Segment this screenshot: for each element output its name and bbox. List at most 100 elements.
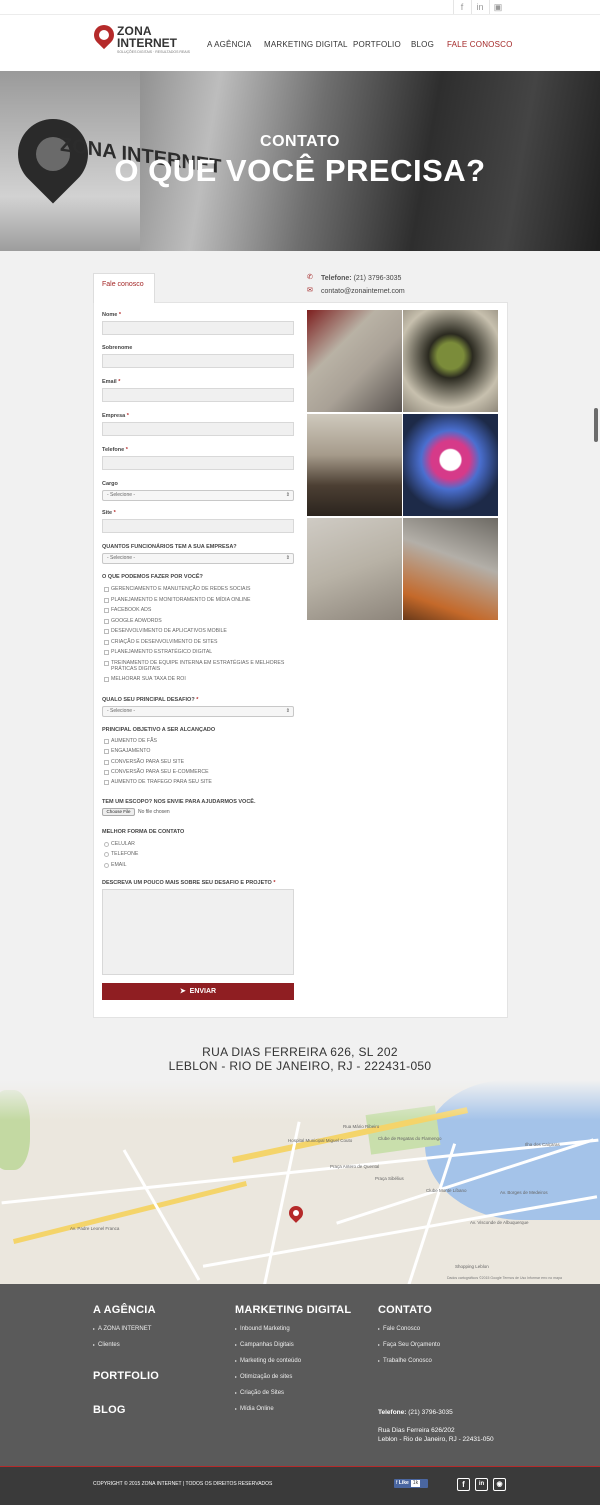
footer-link[interactable]: Inbound Marketing [235, 1326, 290, 1332]
label-email: Email * [102, 379, 121, 385]
choose-file-button[interactable]: Choose File [102, 808, 135, 816]
radio-option-label: CELULAR [111, 841, 135, 847]
checkbox-option-label: AUMENTO DE TRAFEGO PARA SEU SITE [111, 779, 212, 786]
input-empresa[interactable] [102, 422, 294, 436]
facebook-icon[interactable]: f [457, 1478, 470, 1491]
footer-link[interactable]: Trabalhe Conosco [378, 1358, 432, 1364]
location-map[interactable]: Rua Mário Ribeiro Hospital Municipal Mig… [0, 1080, 600, 1284]
checkbox-option-label: PLANEJAMENTO E MONITORAMENTO DE MÍDIA ON… [111, 596, 251, 603]
footer-link[interactable]: A ZONA INTERNET [93, 1326, 151, 1332]
copyright-text: COPYRIGHT © 2015 ZONA INTERNET | TODOS O… [93, 1481, 273, 1487]
instagram-icon[interactable]: ◉ [493, 1478, 506, 1491]
checkbox-option-label: TREINAMENTO DE EQUIPE INTERNA EM ESTRATÉ… [111, 659, 285, 672]
map-location-pin-icon[interactable] [286, 1203, 306, 1223]
footer-link[interactable]: Fale Conosco [378, 1326, 420, 1332]
checkbox-option[interactable] [104, 618, 109, 624]
label-cargo: Cargo [102, 481, 118, 487]
footer-link[interactable]: Marketing de conteúdo [235, 1358, 301, 1364]
map-label: Av. Borges de Medeiros [500, 1190, 548, 1195]
page-scrollbar[interactable] [594, 408, 598, 442]
nav-marketing-digital[interactable]: MARKETING DIGITAL [264, 40, 348, 49]
checkbox-option[interactable] [104, 780, 109, 786]
checkbox-option[interactable] [104, 677, 109, 682]
send-button[interactable]: ➤ ENVIAR [102, 983, 294, 1000]
checkbox-option[interactable] [104, 608, 109, 613]
nav-a-agencia[interactable]: A AGÊNCIA [207, 40, 251, 49]
label-challenge: QUALO SEU PRINCIPAL DESAFIO? * [102, 697, 199, 703]
footer-address-line1: Rua Dias Ferreira 626/202 [378, 1427, 455, 1434]
select-funcionarios[interactable]: - Selecione - ⇕ [102, 553, 294, 564]
input-telefone[interactable] [102, 456, 294, 470]
checkbox-option[interactable] [104, 749, 109, 755]
footer-phone: Telefone: (21) 3796-3035 [378, 1409, 453, 1416]
select-cargo[interactable]: - Selecione - ⇕ [102, 490, 294, 501]
footer-link[interactable]: Faça Seu Orçamento [378, 1342, 440, 1348]
nav-blog[interactable]: BLOG [411, 40, 434, 49]
hero-banner: ZONA INTERNET CONTATO O QUE VOCÊ PRECISA… [0, 71, 600, 251]
nav-portfolio[interactable]: PORTFOLIO [353, 40, 401, 49]
checkbox-option[interactable] [104, 587, 109, 592]
footer-title-blog[interactable]: BLOG [93, 1404, 126, 1416]
facebook-like-button[interactable]: f Like 1k [394, 1479, 428, 1488]
checkbox-option[interactable] [104, 650, 109, 655]
footer-link[interactable]: Campanhas Digitais [235, 1342, 294, 1348]
input-nome[interactable] [102, 321, 294, 335]
map-copyright: Dados cartográficos ©2015 Google Termos … [447, 1276, 562, 1280]
checkbox-option[interactable] [104, 759, 109, 765]
select-challenge[interactable]: - Selecione - ⇕ [102, 706, 294, 717]
input-sobrenome[interactable] [102, 354, 294, 368]
footer-title-portfolio[interactable]: PORTFOLIO [93, 1370, 159, 1382]
label-empresa: Empresa * [102, 413, 129, 419]
label-nome: Nome * [102, 312, 121, 318]
instagram-icon[interactable]: ▣ [489, 0, 506, 14]
map-label: Shopping Leblon [455, 1264, 489, 1269]
select-arrow-icon: ⇕ [285, 708, 290, 714]
input-email[interactable] [102, 388, 294, 402]
checkbox-option[interactable] [104, 639, 109, 645]
map-road [122, 1149, 201, 1281]
checkbox-option-label: ENGAJAMENTO [111, 748, 151, 755]
checkbox-option[interactable] [104, 769, 109, 775]
zona-internet-logo[interactable]: ZONA INTERNET SOLUÇÕES DIGITAIS · RESULT… [89, 20, 194, 63]
checkbox-option-label: GOOGLE ADWORDS [111, 617, 162, 624]
facebook-icon[interactable]: f [453, 0, 470, 14]
checkbox-option[interactable] [104, 597, 109, 603]
textarea-describe[interactable] [102, 889, 294, 975]
checkbox-option-label: AUMENTO DE FÃS [111, 738, 158, 744]
checkbox-option-label: CONVERSÃO PARA SEU E-COMMERCE [111, 768, 209, 775]
select-arrow-icon: ⇕ [285, 492, 290, 498]
footer-link[interactable]: Mídia Online [235, 1406, 274, 1412]
footer-link[interactable]: Clientes [93, 1342, 120, 1348]
checkbox-option-label: FACEBOOK ADS [111, 607, 152, 613]
footer-title-marketing[interactable]: MARKETING DIGITAL [235, 1304, 351, 1316]
bottom-bar: COPYRIGHT © 2015 ZONA INTERNET | TODOS O… [0, 1466, 600, 1505]
checkbox-option-label: GERENCIAMENTO E MANUTENÇÃO DE REDES SOCI… [111, 586, 251, 592]
footer-link[interactable]: Criação de Sites [235, 1390, 284, 1396]
contact-email[interactable]: contato@zonainternet.com [321, 288, 405, 295]
label-sobrenome: Sobrenome [102, 345, 133, 351]
checkbox-option[interactable] [104, 629, 109, 634]
footer-title-agencia[interactable]: A AGÊNCIA [93, 1304, 156, 1316]
yoda-photo [403, 310, 498, 412]
linkedin-icon[interactable]: in [475, 1478, 488, 1491]
footer-title-contato[interactable]: CONTATO [378, 1304, 432, 1316]
linkedin-icon[interactable]: in [471, 0, 488, 14]
nav-fale-conosco[interactable]: FALE CONOSCO [447, 40, 513, 49]
hero-title: O QUE VOCÊ PRECISA? [114, 153, 486, 188]
tab-label: Fale conosco [102, 281, 144, 288]
footer-link[interactable]: Otimização de sites [235, 1374, 292, 1380]
label-objective: PRINCIPAL OBJETIVO A SER ALCANÇADO [102, 727, 216, 733]
label-scope: TEM UM ESCOPO? NOS ENVIE PARA AJUDARMOS … [102, 799, 256, 805]
send-icon: ➤ [179, 988, 186, 995]
map-label: Praça Sibélius [375, 1176, 404, 1181]
radio-option[interactable] [104, 862, 109, 868]
radio-option[interactable] [104, 842, 109, 847]
checkbox-option[interactable] [104, 660, 109, 666]
wall-pixel-art-photo [307, 518, 402, 620]
checkbox-option-label: CRIAÇÃO E DESENVOLVIMENTO DE SITES [111, 638, 218, 645]
map-label: Ilha dos Caiçaras [525, 1142, 560, 1147]
input-site[interactable] [102, 519, 294, 533]
checkbox-option[interactable] [104, 739, 109, 744]
office-photo-1 [307, 310, 402, 412]
tab-fale-conosco[interactable]: Fale conosco [93, 273, 155, 303]
